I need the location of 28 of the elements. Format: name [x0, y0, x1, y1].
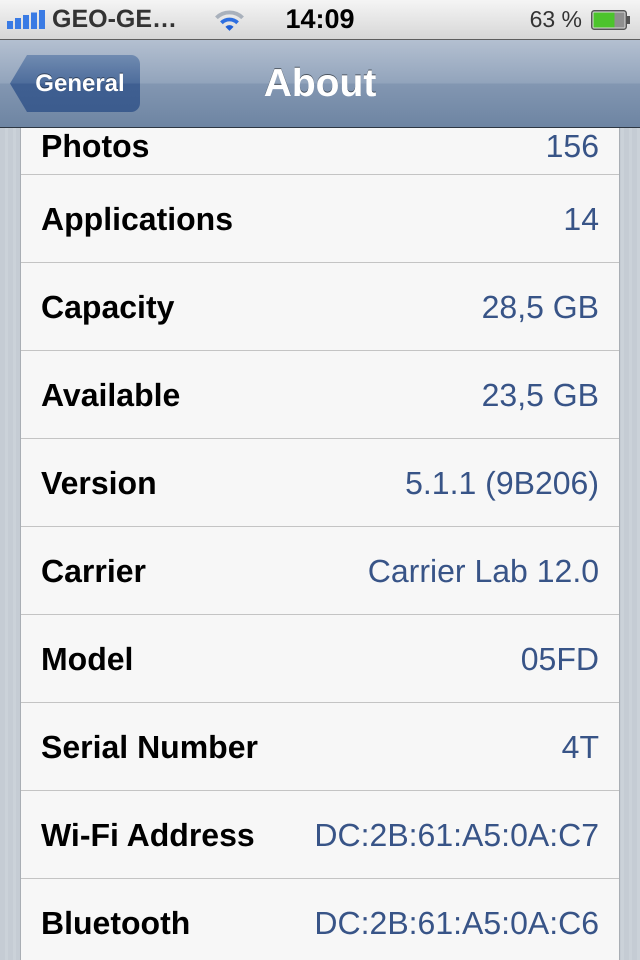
- row-label: Serial Number: [41, 728, 258, 766]
- row-value: 14: [563, 200, 599, 238]
- back-button[interactable]: General: [10, 55, 140, 112]
- row-label: Capacity: [41, 288, 174, 326]
- row-value: 23,5 GB: [482, 376, 599, 414]
- row-label: Carrier: [41, 552, 146, 590]
- page-title: About: [264, 64, 376, 103]
- status-time: 14:09: [285, 6, 355, 33]
- signal-icon: [7, 10, 45, 29]
- row-label: Photos: [41, 130, 150, 162]
- row-label: Bluetooth: [41, 904, 190, 942]
- carrier-name: GEO-GE…: [52, 7, 178, 32]
- row-value: DC:2B:61:A5:0A:C7: [314, 816, 599, 854]
- row-label: Model: [41, 640, 134, 678]
- wifi-icon: [214, 8, 246, 32]
- battery-icon: [591, 10, 630, 30]
- row-value: 4T: [562, 728, 599, 766]
- row-label: Version: [41, 464, 157, 502]
- row-value: 28,5 GB: [482, 288, 599, 326]
- row-label: Applications: [41, 200, 234, 238]
- row-value: DC:2B:61:A5:0A:C6: [314, 904, 599, 942]
- row-value: Carrier Lab 12.0: [368, 552, 599, 590]
- battery-percent: 63 %: [530, 8, 582, 31]
- row-label: Wi-Fi Address: [41, 816, 255, 854]
- row-value: 5.1.1 (9B206): [405, 464, 599, 502]
- row-label: Available: [41, 376, 180, 414]
- row-value: 05FD: [520, 640, 599, 678]
- row-value: 156: [546, 130, 599, 162]
